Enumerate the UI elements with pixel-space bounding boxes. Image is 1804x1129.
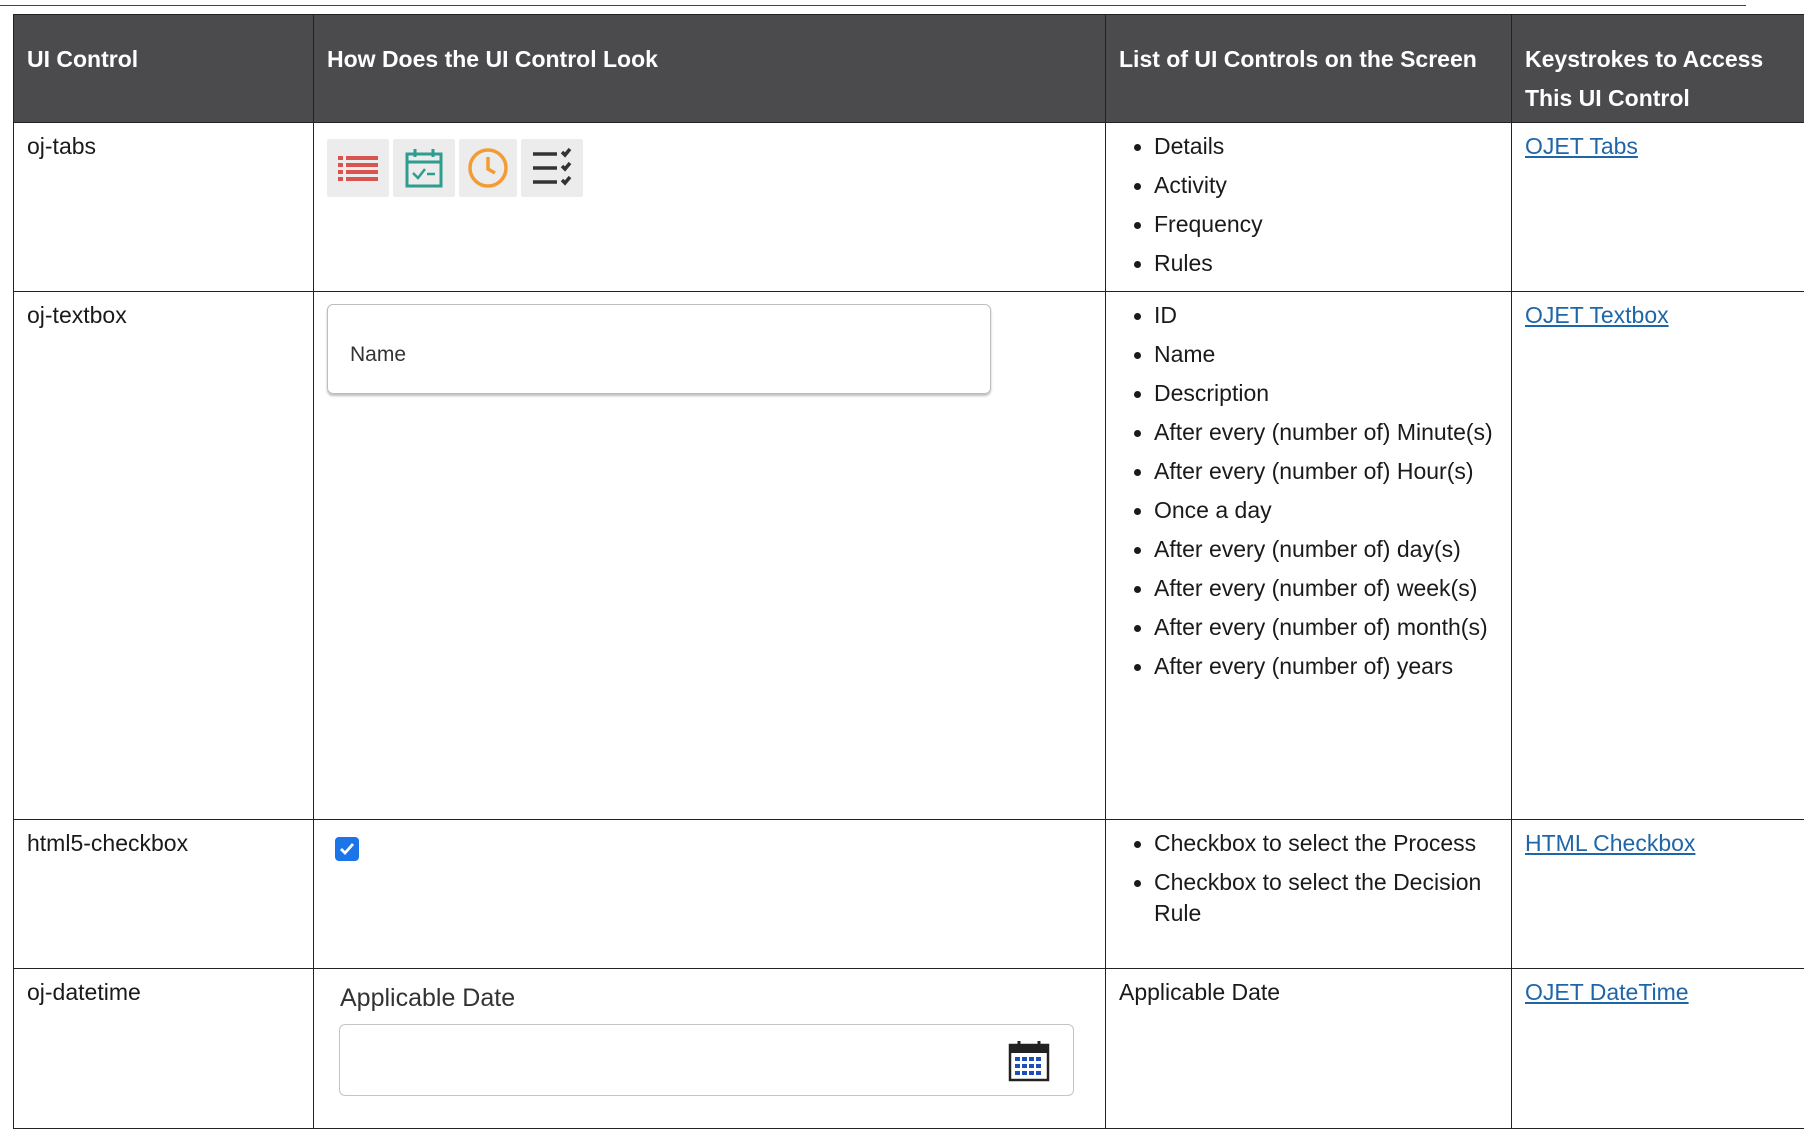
ui-controls-table: UI Control How Does the UI Control Look … (13, 14, 1804, 1129)
top-rule (0, 5, 1746, 6)
list-item: After every (number of) Minute(s) (1154, 417, 1497, 448)
table-row: html5-checkbox Checkbox to select the Pr… (14, 820, 1804, 969)
list-item: Checkbox to select the Process (1154, 828, 1497, 859)
control-list: Details Activity Frequency Rules (1106, 123, 1512, 292)
control-list: ID Name Description After every (number … (1106, 292, 1512, 820)
control-look: Name (314, 292, 1106, 820)
list-item: After every (number of) Hour(s) (1154, 456, 1497, 487)
textbox-label: Name (350, 343, 406, 366)
calendar-icon[interactable] (1007, 1039, 1051, 1091)
header-ui-control: UI Control (14, 15, 314, 123)
list-item: After every (number of) day(s) (1154, 534, 1497, 565)
clock-icon[interactable] (459, 139, 517, 197)
list-item: ID (1154, 300, 1497, 331)
list-icon[interactable] (327, 139, 389, 197)
control-name: oj-textbox (14, 292, 314, 820)
header-look: How Does the UI Control Look (314, 15, 1106, 123)
date-input-preview[interactable] (339, 1024, 1074, 1096)
table-row: oj-tabs (14, 123, 1804, 292)
list-item: Frequency (1154, 209, 1497, 240)
date-field-label: Applicable Date (340, 983, 1091, 1014)
list-item: Checkbox to select the Decision Rule (1154, 867, 1497, 929)
header-list: List of UI Controls on the Screen (1106, 15, 1512, 123)
keystrokes-cell: OJET Tabs (1512, 123, 1804, 292)
control-list: Checkbox to select the Process Checkbox … (1106, 820, 1512, 969)
list-item: Rules (1154, 248, 1497, 279)
header-row: UI Control How Does the UI Control Look … (14, 15, 1804, 123)
control-name: html5-checkbox (14, 820, 314, 969)
list-item: After every (number of) month(s) (1154, 612, 1497, 643)
list-item: Details (1154, 131, 1497, 162)
control-look (314, 820, 1106, 969)
list-item: After every (number of) week(s) (1154, 573, 1497, 604)
control-look (314, 123, 1106, 292)
keystrokes-cell: HTML Checkbox (1512, 820, 1804, 969)
header-keystrokes: Keystrokes to Access This UI Control (1512, 15, 1804, 123)
table-row: oj-textbox Name ID Name Description Afte… (14, 292, 1804, 820)
calendar-check-icon[interactable] (393, 139, 455, 197)
list-item: Name (1154, 339, 1497, 370)
name-textbox-preview[interactable]: Name (327, 304, 991, 394)
html-checkbox-link[interactable]: HTML Checkbox (1525, 830, 1695, 856)
checklist-icon[interactable] (521, 139, 583, 197)
control-name: oj-tabs (14, 123, 314, 292)
ojet-tabs-link[interactable]: OJET Tabs (1525, 133, 1638, 159)
ojet-textbox-link[interactable]: OJET Textbox (1525, 302, 1669, 328)
tabs-preview (327, 131, 1091, 197)
list-item: Once a day (1154, 495, 1497, 526)
list-item: Description (1154, 378, 1497, 409)
list-item: After every (number of) years (1154, 651, 1497, 682)
ojet-datetime-link[interactable]: OJET DateTime (1525, 979, 1689, 1005)
keystrokes-cell: OJET Textbox (1512, 292, 1804, 820)
checkbox-checked-icon[interactable] (335, 837, 359, 861)
list-item: Activity (1154, 170, 1497, 201)
